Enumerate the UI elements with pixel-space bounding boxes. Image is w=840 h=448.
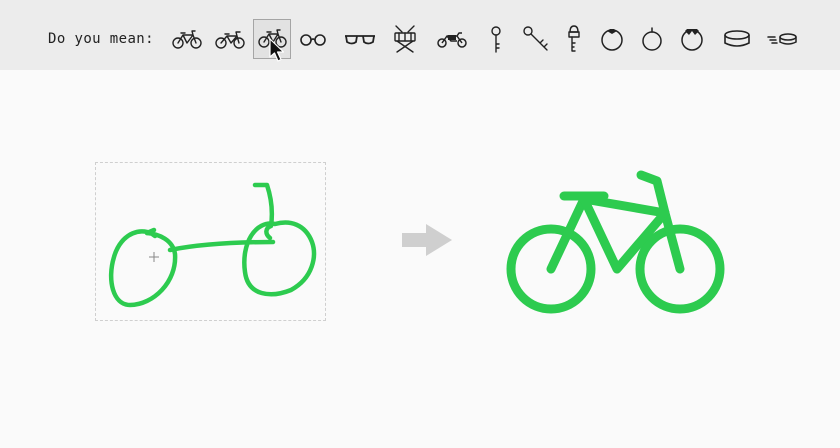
suggestion-key-3[interactable] [555, 19, 593, 59]
suggestion-sunglasses[interactable] [341, 19, 379, 59]
suggestion-key-2[interactable] [518, 19, 556, 59]
prompt-label: Do you mean: [48, 31, 154, 47]
suggestion-round-glasses[interactable] [294, 19, 332, 59]
recognized-bicycle-icon [506, 170, 725, 314]
suggestion-bicycle-1[interactable] [168, 19, 206, 59]
drawing-canvas[interactable] [95, 162, 326, 321]
suggestion-fruit-3[interactable] [673, 19, 711, 59]
hockey-puck-icon [724, 30, 750, 47]
suggestion-fruit-2[interactable] [633, 19, 671, 59]
suggestion-bicycle-2[interactable] [211, 19, 249, 59]
key-icon [568, 25, 580, 52]
sunglasses-icon [345, 35, 375, 45]
suggestion-key-1[interactable] [477, 19, 515, 59]
mouse-pointer-icon [269, 38, 285, 62]
suggestion-motorcycle[interactable] [433, 19, 471, 59]
fruit-icon [642, 27, 662, 51]
bicycle-icon [215, 31, 245, 49]
fruit-icon [681, 29, 703, 51]
bicycle-icon [172, 30, 202, 49]
suggestion-fruit-1[interactable] [593, 19, 631, 59]
suggestion-drum[interactable] [386, 19, 424, 59]
hand-drawn-bicycle-sketch [108, 182, 317, 308]
moving-puck-icon [767, 33, 797, 45]
motorcycle-icon [437, 32, 467, 48]
suggestion-toolbar: Do you mean: [0, 0, 840, 70]
right-arrow-icon [402, 224, 452, 256]
round-glasses-icon [300, 34, 326, 46]
drum-icon [394, 25, 416, 53]
suggestion-moving-puck[interactable] [763, 19, 801, 59]
key-icon [491, 26, 501, 53]
suggestion-hockey-puck[interactable] [718, 19, 756, 59]
fruit-icon [601, 29, 623, 51]
key-icon [523, 26, 548, 51]
